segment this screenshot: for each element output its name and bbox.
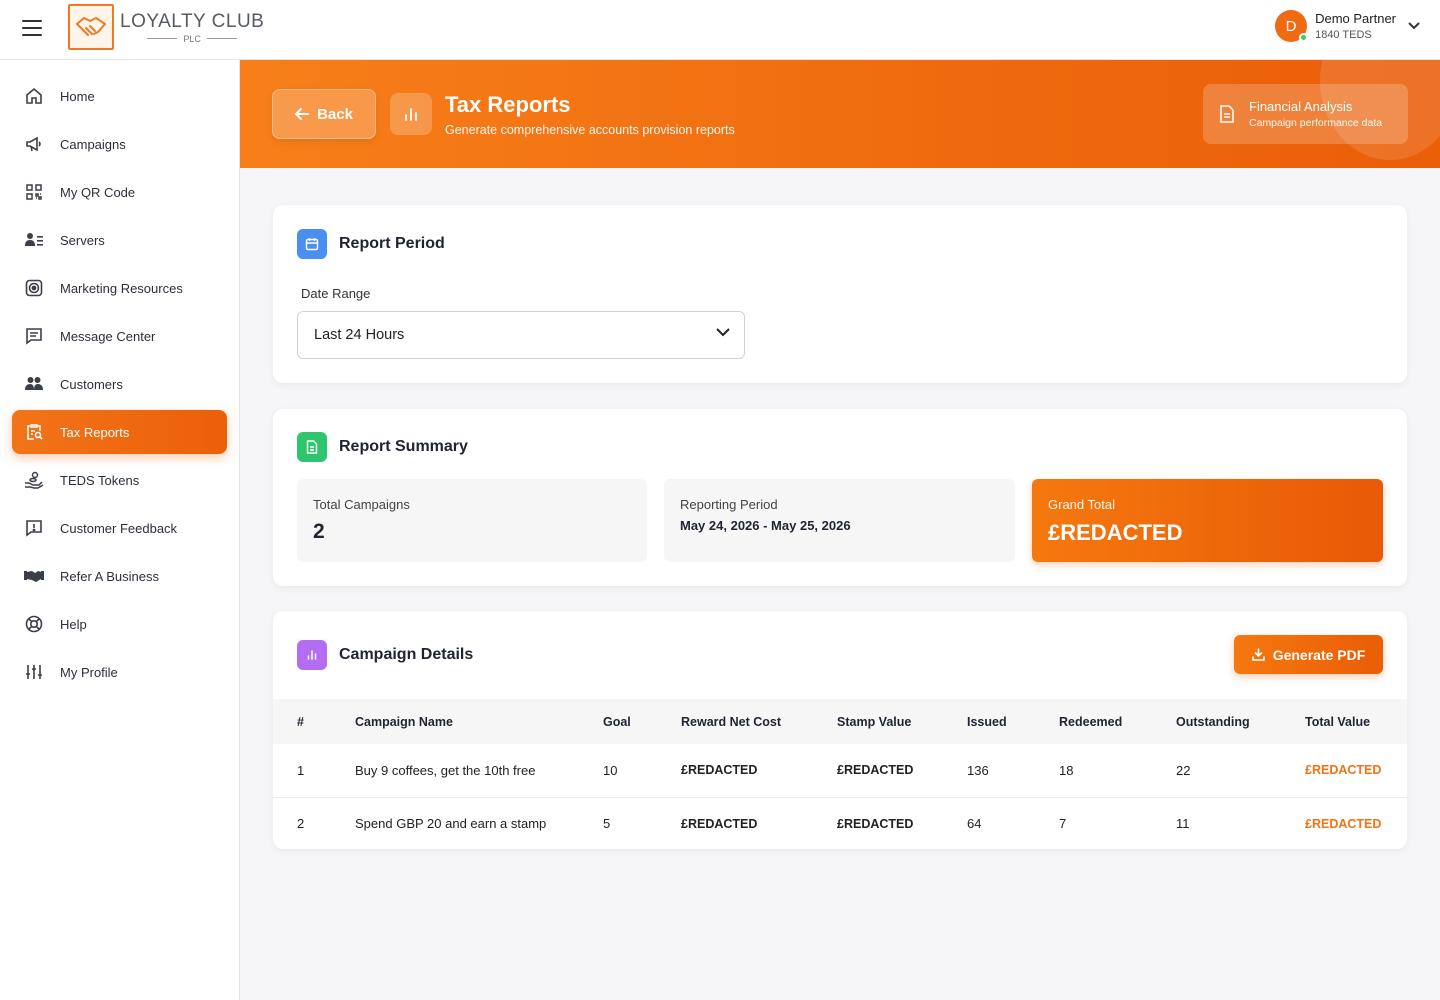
- calendar-icon: [297, 229, 327, 259]
- sidebar-item-help[interactable]: Help: [12, 602, 227, 646]
- customers-icon: [24, 374, 44, 394]
- report-summary-card: Report Summary Total Campaigns 2 Reporti…: [273, 409, 1407, 586]
- sidebar-item-home[interactable]: Home: [12, 74, 227, 118]
- download-icon: [1251, 648, 1265, 661]
- sidebar-item-my-qr-code[interactable]: My QR Code: [12, 170, 227, 214]
- campaign-details-table: # Campaign Name Goal Reward Net Cost Sta…: [273, 699, 1407, 850]
- grand-total-value: £REDACTED: [1048, 520, 1183, 545]
- sidebar-item-label: Campaigns: [60, 136, 126, 152]
- sidebar-item-customers[interactable]: Customers: [12, 362, 227, 406]
- table-row: 1 Buy 9 coffees, get the 10th free 10 £R…: [273, 744, 1407, 797]
- megaphone-icon: [24, 134, 44, 154]
- report-period-title: Report Period: [339, 235, 445, 252]
- qr-code-icon: [24, 182, 44, 202]
- file-icon: [297, 432, 327, 462]
- clipboard-search-icon: [24, 422, 44, 442]
- sliders-icon: [24, 662, 44, 682]
- table-row: 2 Spend GBP 20 and earn a stamp 5 £REDAC…: [297, 816, 1382, 832]
- sidebar-item-customer-feedback[interactable]: Customer Feedback: [12, 506, 227, 550]
- document-icon: [1220, 105, 1234, 123]
- report-period-card: Report Period Date Range Last 24 Hours: [273, 205, 1407, 383]
- report-summary-title: Report Summary: [339, 438, 468, 455]
- online-status-dot: [1299, 33, 1309, 42]
- total-campaigns-value: 2: [313, 520, 325, 543]
- sidebar-item-label: Message Center: [60, 328, 156, 344]
- column-header: Redeemed: [1059, 714, 1123, 729]
- sidebar-item-label: Customers: [60, 376, 123, 392]
- table-header-row: # Campaign Name Goal Reward Net Cost Sta…: [273, 699, 1407, 744]
- servers-icon: [24, 230, 44, 250]
- date-range-select[interactable]: Last 24 Hours: [297, 311, 745, 359]
- column-header: Issued: [967, 714, 1007, 729]
- user-menu[interactable]: D Demo Partner 1840 TEDS: [1275, 10, 1420, 42]
- campaign-details-title: Campaign Details: [339, 646, 474, 663]
- chevron-down-icon: [716, 328, 730, 337]
- user-name: Demo Partner: [1315, 11, 1396, 26]
- reporting-period-value: May 24, 2026 - May 25, 2026: [680, 518, 851, 533]
- generate-pdf-button[interactable]: Generate PDF: [1234, 635, 1383, 674]
- financial-analysis-title: Financial Analysis: [1249, 99, 1353, 114]
- lifebuoy-icon: [24, 614, 44, 634]
- sidebar-item-servers[interactable]: Servers: [12, 218, 227, 262]
- column-header: Total Value: [1305, 714, 1371, 729]
- tokens-icon: [24, 470, 44, 490]
- sidebar-item-refer-a-business[interactable]: Refer A Business: [12, 554, 227, 598]
- sidebar-item-label: Marketing Resources: [60, 280, 183, 296]
- financial-analysis-subtitle: Campaign performance data: [1249, 117, 1383, 129]
- column-header: #: [297, 714, 304, 729]
- target-icon: [24, 278, 44, 298]
- logo[interactable]: LOYALTY CLUB PLC: [68, 4, 264, 50]
- home-icon: [24, 86, 44, 106]
- date-range-label: Date Range: [301, 286, 371, 301]
- sidebar-item-label: TEDS Tokens: [60, 472, 140, 488]
- grand-total-stat: Grand Total £REDACTED: [1032, 479, 1383, 562]
- column-header: Reward Net Cost: [681, 714, 782, 729]
- total-campaigns-stat: Total Campaigns 2: [297, 479, 647, 562]
- brand-name: LOYALTY CLUB: [120, 10, 265, 32]
- column-header: Campaign Name: [355, 714, 453, 729]
- menu-icon[interactable]: [22, 20, 42, 36]
- avatar: D: [1275, 10, 1309, 42]
- financial-analysis-card: Financial Analysis Campaign performance …: [1203, 84, 1408, 144]
- column-header: Outstanding: [1176, 714, 1250, 729]
- feedback-icon: [24, 518, 44, 538]
- sidebar-item-my-profile[interactable]: My Profile: [12, 650, 227, 694]
- column-header: Stamp Value: [837, 714, 912, 729]
- arrow-left-icon: [295, 108, 310, 120]
- page-title: Tax Reports: [445, 92, 571, 117]
- brand-sub: PLC: [183, 33, 201, 44]
- sidebar-item-label: My QR Code: [60, 184, 136, 200]
- page-header-banner: Back Tax Reports Generate comprehensive …: [240, 60, 1440, 168]
- sidebar-item-tax-reports[interactable]: Tax Reports: [12, 410, 227, 454]
- bar-chart-icon: [297, 640, 327, 670]
- sidebar-item-message-center[interactable]: Message Center: [12, 314, 227, 358]
- user-teds-balance: 1840 TEDS: [1315, 29, 1372, 41]
- chevron-down-icon: [1408, 22, 1420, 30]
- message-icon: [24, 326, 44, 346]
- sidebar-item-label: Customer Feedback: [60, 520, 178, 536]
- sidebar-item-label: Home: [60, 88, 95, 104]
- handshake-logo-icon: [68, 4, 114, 50]
- bar-chart-icon: [390, 93, 432, 135]
- sidebar-item-teds-tokens[interactable]: TEDS Tokens: [12, 458, 227, 502]
- back-button[interactable]: Back: [272, 89, 376, 139]
- sidebar-item-label: Servers: [60, 232, 105, 248]
- handshake-icon: [24, 566, 44, 586]
- sidebar-item-label: Tax Reports: [60, 424, 130, 440]
- sidebar-item-marketing-resources[interactable]: Marketing Resources: [12, 266, 227, 310]
- sidebar: Home Campaigns My QR Code Servers Market…: [0, 60, 240, 1000]
- sidebar-item-label: Refer A Business: [60, 568, 159, 584]
- sidebar-item-campaigns[interactable]: Campaigns: [12, 122, 227, 166]
- campaign-details-card: Campaign Details Generate PDF # Campaign…: [273, 611, 1407, 849]
- page-subtitle: Generate comprehensive accounts provisio…: [445, 123, 735, 137]
- sidebar-item-label: My Profile: [60, 664, 118, 680]
- reporting-period-stat: Reporting Period May 24, 2026 - May 25, …: [664, 479, 1015, 562]
- column-header: Goal: [603, 714, 631, 729]
- top-bar: LOYALTY CLUB PLC D Demo Partner 1840 TED…: [0, 0, 1440, 60]
- sidebar-item-label: Help: [60, 616, 87, 632]
